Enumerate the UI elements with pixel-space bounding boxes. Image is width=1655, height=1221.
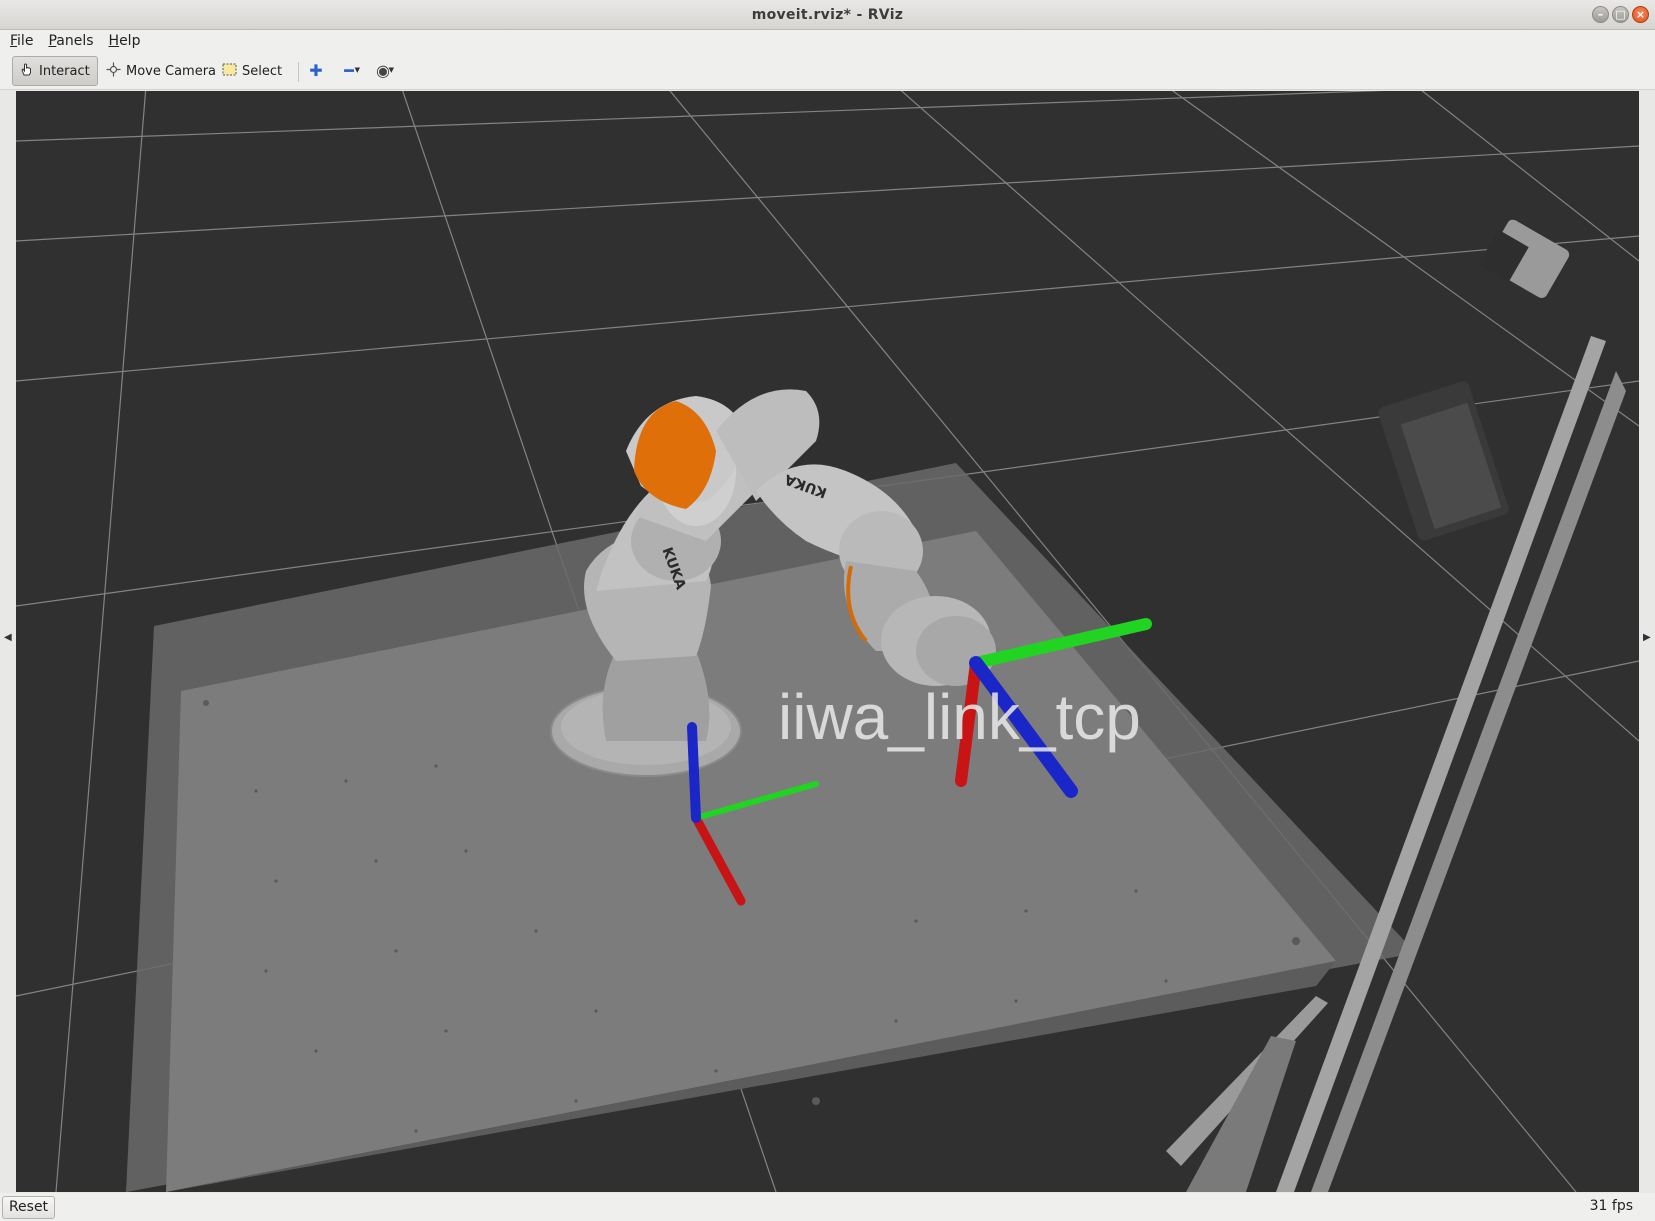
move-camera-tool-button[interactable]: Move Camera [100,56,222,86]
close-icon: × [1635,8,1646,21]
right-panel-collapse-arrow[interactable]: ▶ [1643,632,1651,643]
minimize-icon: – [1597,8,1604,21]
view-eye-icon[interactable]: ◉ ▼ [370,58,396,84]
left-panel-collapse-arrow[interactable]: ◀ [4,632,12,643]
tool-bar: Interact Move Camera Select ✚ ━ ▼ ◉ ▼ [0,52,1655,90]
window-title: moveit.rviz* - RViz [751,7,904,23]
fps-readout: 31 fps [1589,1198,1633,1214]
close-button[interactable]: × [1632,6,1649,23]
render-viewport[interactable]: KUKA KUKA iiwa_link_tcp [16,91,1639,1192]
select-rectangle-icon [222,63,237,80]
hand-pointer-icon [19,62,34,81]
toolbar-separator [298,62,299,82]
move-camera-icon [106,62,121,81]
scene-svg: KUKA KUKA iiwa_link_tcp [16,91,1639,1192]
add-tool-icon[interactable]: ✚ [303,58,329,84]
select-tool-button[interactable]: Select [216,56,288,86]
rviz-window: moveit.rviz* - RViz – □ × File Panels He… [0,0,1655,1221]
status-bar: Reset 31 fps [0,1193,1655,1221]
maximize-button[interactable]: □ [1612,6,1629,23]
title-bar: moveit.rviz* - RViz – □ × [0,0,1655,30]
menu-bar: File Panels Help [0,30,1655,52]
menu-file[interactable]: File [10,30,33,52]
menu-help[interactable]: Help [109,30,141,52]
maximize-icon: □ [1615,8,1626,21]
camera-rig [1166,219,1626,1192]
window-controls: – □ × [1592,6,1649,23]
interact-tool-button[interactable]: Interact [12,56,98,86]
interact-label: Interact [39,63,90,79]
reset-button[interactable]: Reset [2,1196,55,1219]
menu-panels[interactable]: Panels [48,30,93,52]
minimize-button[interactable]: – [1592,6,1609,23]
remove-tool-icon[interactable]: ━ ▼ [336,58,362,84]
select-label: Select [242,63,283,79]
move-camera-label: Move Camera [126,63,217,79]
tcp-frame-label: iiwa_link_tcp [778,681,1141,753]
